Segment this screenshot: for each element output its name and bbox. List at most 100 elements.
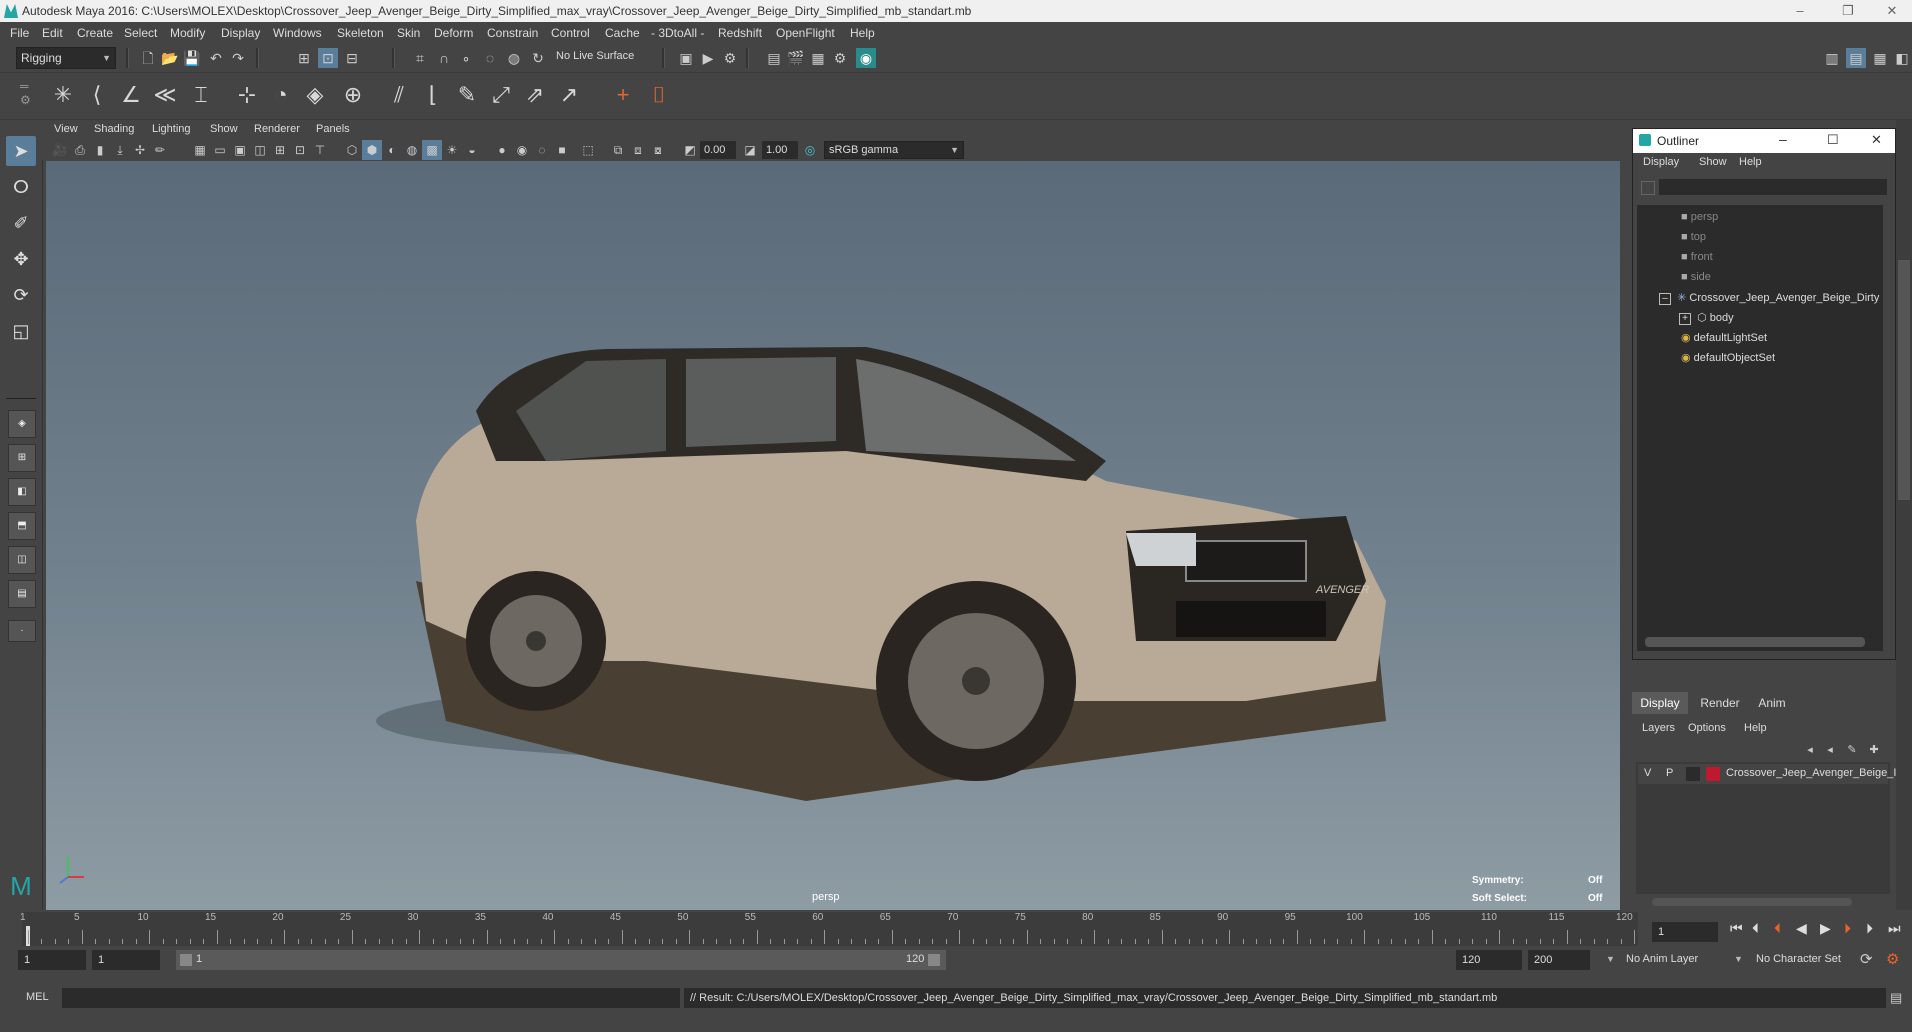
persp-graph-layout-icon[interactable]: ◫ xyxy=(8,546,36,574)
xray-icon[interactable]: ⧉ xyxy=(608,140,628,160)
film-gate-icon[interactable]: ▭ xyxy=(210,140,230,160)
screen-space-ao-icon[interactable]: ● xyxy=(492,140,512,160)
bind-skin-icon[interactable]: ⫽ xyxy=(384,80,414,110)
layer-type-toggle[interactable] xyxy=(1686,767,1700,781)
filter-icon[interactable] xyxy=(1641,181,1655,195)
layer-menu-layers[interactable]: Layers xyxy=(1642,722,1675,734)
command-input[interactable] xyxy=(62,988,680,1008)
playback-end-field[interactable]: 120 xyxy=(1456,950,1522,970)
outliner-minimize-button[interactable]: – xyxy=(1779,131,1787,147)
wireframe-on-shaded-icon[interactable]: ◍ xyxy=(402,140,422,160)
chevron-down-icon[interactable]: ▼ xyxy=(1734,954,1743,964)
new-layer-selected-icon[interactable]: ✚ xyxy=(1864,740,1884,760)
outliner-close-button[interactable]: ✕ xyxy=(1871,132,1882,148)
play-backward-icon[interactable]: ◀ xyxy=(1796,920,1807,937)
range-start-handle[interactable] xyxy=(180,954,192,966)
perspective-viewport[interactable]: AVENGER persp Symmetry: Off Soft Select:… xyxy=(46,161,1620,911)
redo-icon[interactable]: ↷ xyxy=(228,48,248,68)
tab-anim[interactable]: Anim xyxy=(1748,692,1796,714)
input-ops-icon[interactable]: ▣ xyxy=(676,48,696,68)
gate-mask-icon[interactable]: ◫ xyxy=(250,140,270,160)
select-camera-icon[interactable]: 🎥 xyxy=(50,140,70,160)
ik-spline-icon[interactable]: ∠ xyxy=(116,80,146,110)
xray-joints-icon[interactable]: ⧈ xyxy=(628,140,648,160)
ik-handle-icon[interactable]: ⟨ xyxy=(82,80,112,110)
current-frame-field[interactable]: 1 xyxy=(1652,922,1718,942)
menu-3dtoall[interactable]: - 3DtoAll - xyxy=(651,26,704,40)
move-layer-up-icon[interactable]: ◂ xyxy=(1800,740,1820,760)
exposure-icon[interactable]: ◩ xyxy=(680,140,700,160)
layer-menu-help[interactable]: Help xyxy=(1744,722,1767,734)
outliner-item-group[interactable]: – ✳ Crossover_Jeep_Avenger_Beige_Dirty xyxy=(1659,291,1879,305)
play-forward-icon[interactable]: ▶ xyxy=(1820,920,1831,937)
isolate-select-icon[interactable]: ⬚ xyxy=(578,140,598,160)
outliner-item-lightset[interactable]: ◉ defaultLightSet xyxy=(1681,331,1767,344)
hypershade-icon[interactable]: ◉ xyxy=(856,48,876,68)
layer-name[interactable]: Crossover_Jeep_Avenger_Beige_I xyxy=(1726,767,1896,779)
outliner-item-persp[interactable]: ■ persp xyxy=(1681,211,1718,223)
grid-icon[interactable]: ▦ xyxy=(190,140,210,160)
motion-blur-icon[interactable]: ◉ xyxy=(512,140,532,160)
field-chart-icon[interactable]: ⊞ xyxy=(270,140,290,160)
outliner-item-objectset[interactable]: ◉ defaultObjectSet xyxy=(1681,351,1775,364)
snap-grid-icon[interactable]: ⌗ xyxy=(410,48,430,68)
menu-edit[interactable]: Edit xyxy=(42,26,63,40)
auto-key-icon[interactable]: ⟳ xyxy=(1860,950,1873,968)
lock-camera-icon[interactable]: ⎙ xyxy=(70,140,90,160)
menu-windows[interactable]: Windows xyxy=(273,26,322,40)
point-constraint-icon[interactable]: ⤢ xyxy=(486,80,516,110)
select-component-icon[interactable]: ⊟ xyxy=(342,48,362,68)
construction-history-icon[interactable]: ⚙ xyxy=(720,48,740,68)
menu-cache[interactable]: Cache xyxy=(605,26,640,40)
xray-components-icon[interactable]: ⧇ xyxy=(648,140,668,160)
range-bar[interactable]: 1 120 xyxy=(176,950,946,970)
render-frame-icon[interactable]: 🎬 xyxy=(786,48,806,68)
ipr-render-icon[interactable]: ▦ xyxy=(808,48,828,68)
safe-title-icon[interactable]: ⊤ xyxy=(310,140,330,160)
layer-visibility-toggle[interactable]: V xyxy=(1644,767,1651,779)
vp-menu-panels[interactable]: Panels xyxy=(316,123,350,135)
channel-box-toggle-icon[interactable]: ▤ xyxy=(1846,48,1866,68)
outliner-search-input[interactable] xyxy=(1659,179,1887,195)
outliner-item-front[interactable]: ■ front xyxy=(1681,251,1713,263)
layer-menu-options[interactable]: Options xyxy=(1688,722,1726,734)
move-layer-down-icon[interactable]: ◂ xyxy=(1820,740,1840,760)
workspace-layout-icon[interactable]: ▥ xyxy=(1822,48,1842,68)
close-button[interactable]: ✕ xyxy=(1872,0,1912,22)
menu-constrain[interactable]: Constrain xyxy=(487,26,538,40)
layer-playback-toggle[interactable]: P xyxy=(1666,767,1673,779)
outliner-maximize-button[interactable]: ☐ xyxy=(1827,132,1839,148)
insert-joint-icon[interactable]: ≪ xyxy=(150,80,180,110)
orient-constraint-icon[interactable]: ↗ xyxy=(554,80,584,110)
snap-point-icon[interactable]: ∘ xyxy=(456,48,476,68)
default-material-icon[interactable]: ◐ xyxy=(382,140,402,160)
new-empty-layer-icon[interactable]: ✎ xyxy=(1842,740,1862,760)
menu-display[interactable]: Display xyxy=(221,26,260,40)
save-scene-icon[interactable]: 💾 xyxy=(182,48,202,68)
live-surface-label[interactable]: No Live Surface xyxy=(556,50,634,62)
parent-constraint-icon[interactable]: + xyxy=(608,80,638,110)
layout-menu-icon[interactable]: · xyxy=(8,620,36,642)
menuset-dropdown[interactable]: Rigging ▼ xyxy=(16,47,116,69)
two-pane-side-layout-icon[interactable]: ◧ xyxy=(8,478,36,506)
step-forward-key-icon[interactable]: ⏵ xyxy=(1844,920,1851,937)
minimize-button[interactable]: – xyxy=(1780,0,1820,22)
playback-start-field[interactable]: 1 xyxy=(92,950,160,970)
two-pane-stack-layout-icon[interactable]: ⬒ xyxy=(8,512,36,540)
gamma-icon[interactable]: ◪ xyxy=(740,140,760,160)
menu-redshift[interactable]: Redshift xyxy=(718,26,762,40)
2d-pan-zoom-icon[interactable]: ✢ xyxy=(130,140,150,160)
step-back-frame-icon[interactable]: ⏴ xyxy=(1752,920,1759,937)
open-scene-icon[interactable]: 📂 xyxy=(160,48,180,68)
outliner-item-side[interactable]: ■ side xyxy=(1681,271,1711,283)
render-settings-icon[interactable]: ⚙ xyxy=(830,48,850,68)
grease-pencil-icon[interactable]: ✏ xyxy=(150,140,170,160)
menu-modify[interactable]: Modify xyxy=(170,26,205,40)
snap-surface-icon[interactable]: ◍ xyxy=(504,48,524,68)
lattice-icon[interactable]: ◔ xyxy=(266,80,296,110)
paint-select-icon[interactable]: ✐ xyxy=(6,208,36,238)
time-slider[interactable]: 1 5 10 15 20 25 30 35 40 45 50 55 60 65 70 75 80 85 90 95 10… xyxy=(20,910,1638,946)
smooth-shade-icon[interactable]: ⬢ xyxy=(362,140,382,160)
vp-menu-renderer[interactable]: Renderer xyxy=(254,123,300,135)
time-slider-track[interactable] xyxy=(22,912,1638,946)
